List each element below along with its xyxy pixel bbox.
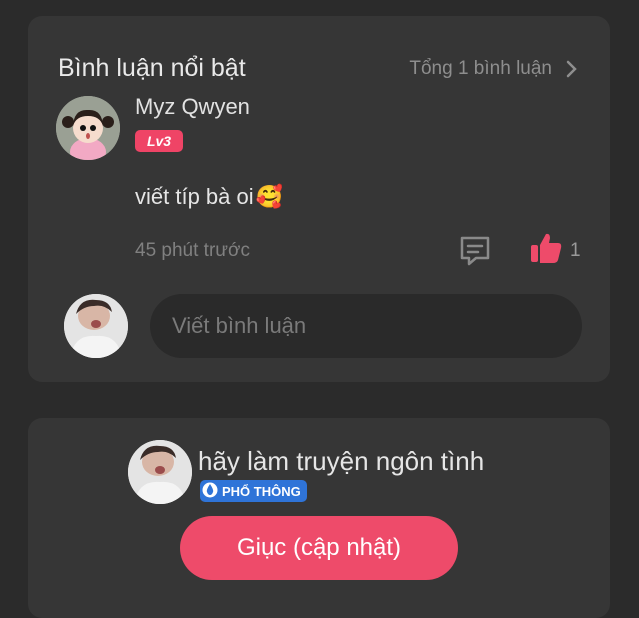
like-count: 1 xyxy=(570,239,581,261)
level-badge: Lv3 xyxy=(135,130,183,152)
comment-timestamp: 45 phút trước xyxy=(135,240,250,261)
urge-update-button[interactable]: Giục (cập nhật) xyxy=(180,516,458,580)
water-drop-icon xyxy=(202,481,218,502)
commenter-avatar[interactable] xyxy=(56,96,120,160)
comment-input[interactable] xyxy=(150,294,582,358)
like-button[interactable]: 1 xyxy=(528,230,581,271)
reply-comment-icon[interactable] xyxy=(458,234,492,273)
tier-badge: PHỔ THÔNG xyxy=(200,480,307,502)
thumbs-up-icon xyxy=(528,230,564,271)
smiling-hearts-emoji-icon: 🥰 xyxy=(255,184,284,209)
author-message: hãy làm truyện ngôn tình xyxy=(198,446,485,476)
total-comments-link[interactable]: Tổng 1 bình luận xyxy=(409,58,578,80)
section-title: Bình luận nổi bật xyxy=(58,54,246,82)
featured-comments-card: Bình luận nổi bật Tổng 1 bình luận Myz Q… xyxy=(28,16,610,382)
tier-label: PHỔ THÔNG xyxy=(222,483,301,499)
author-avatar[interactable] xyxy=(128,440,192,504)
comment-text: viết típ bà oi xyxy=(135,184,254,209)
my-avatar xyxy=(64,294,128,358)
author-card: hãy làm truyện ngôn tình PHỔ THÔNG Giục … xyxy=(28,418,610,618)
comment-body: viết típ bà oi 🥰 xyxy=(135,184,283,210)
chevron-right-icon xyxy=(566,60,578,78)
total-comments-label: Tổng 1 bình luận xyxy=(409,58,552,79)
commenter-name[interactable]: Myz Qwyen xyxy=(135,94,250,120)
